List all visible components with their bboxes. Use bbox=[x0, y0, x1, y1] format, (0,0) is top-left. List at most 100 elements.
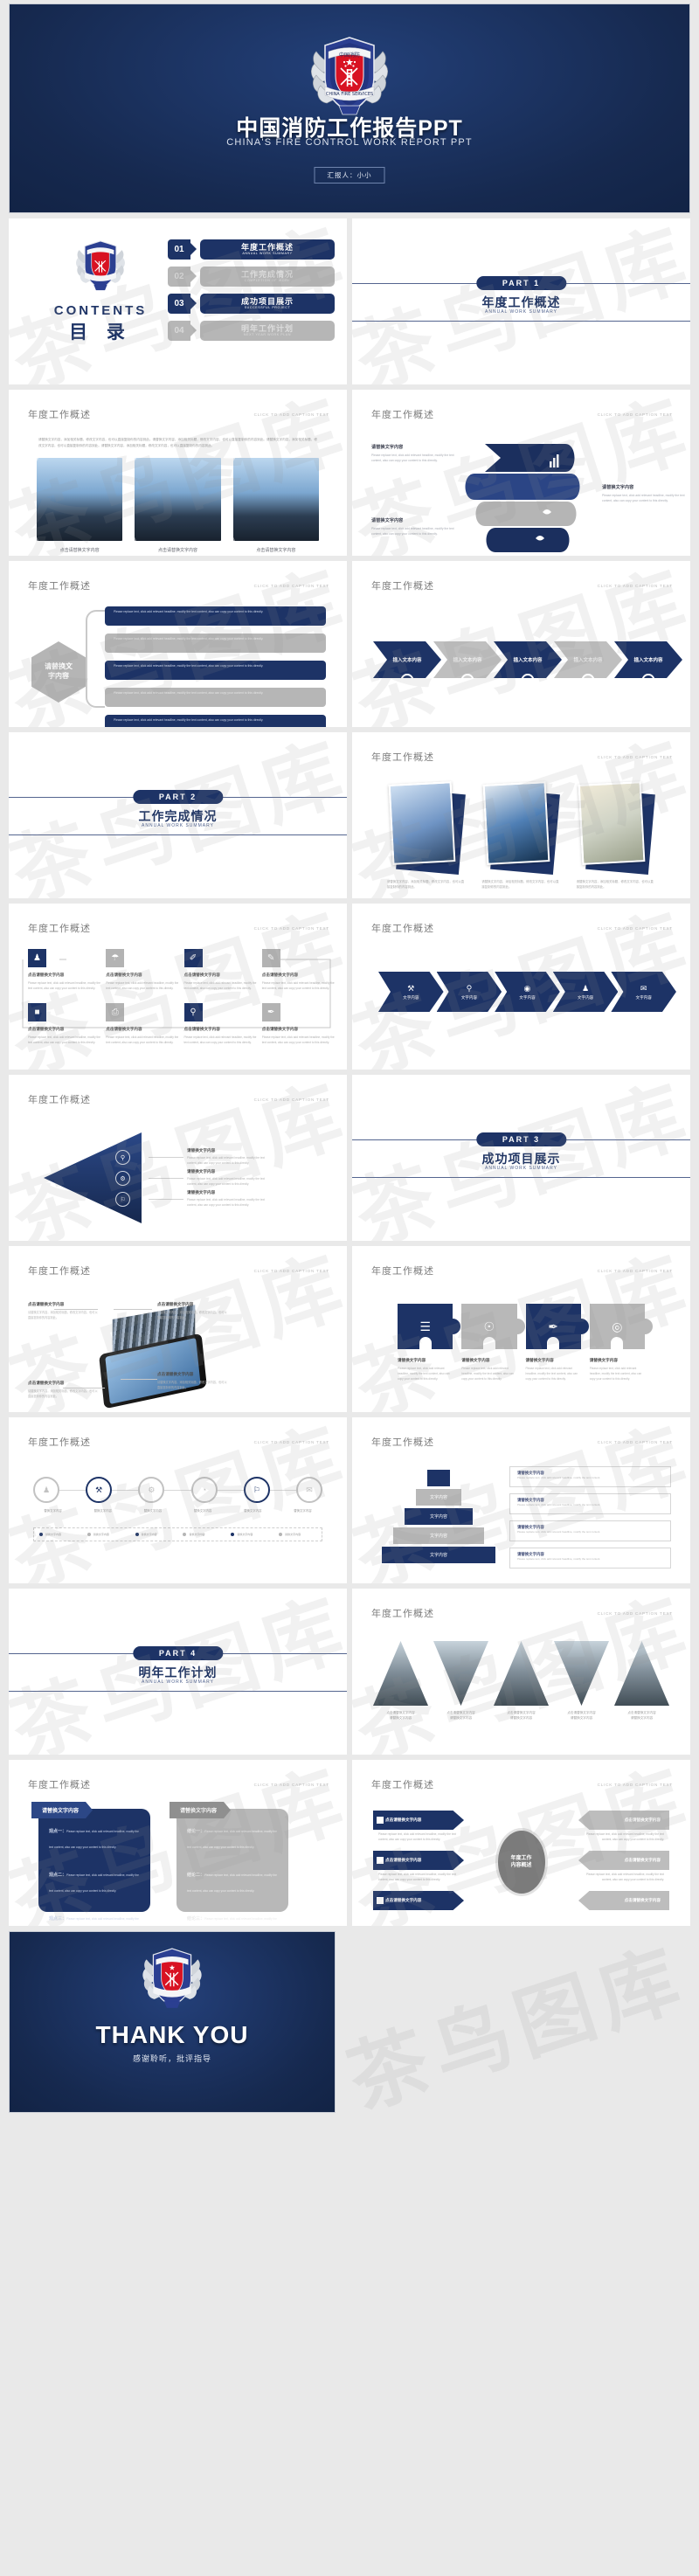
chevron-step[interactable]: 插入文本内容 3 bbox=[494, 641, 562, 678]
pyramid-level[interactable] bbox=[427, 1470, 450, 1486]
chart-icon[interactable]: ◔ bbox=[190, 1477, 218, 1503]
content-bar[interactable]: Please replace text, click add relevant … bbox=[105, 715, 326, 727]
pyramid-detail-item[interactable]: 请替换文字内容 Please replace text, click add r… bbox=[509, 1520, 671, 1541]
slide-pyramid[interactable]: 茶鸟图库 年度工作概述 CLICK TO ADD CAPTION TEXT 文字… bbox=[352, 1417, 690, 1583]
tilt-card[interactable] bbox=[577, 781, 655, 875]
puzzle-item[interactable]: ◎ 请替换文字内容 Please replace text, click add… bbox=[589, 1304, 654, 1381]
tilt-card[interactable] bbox=[481, 781, 561, 875]
flow-node[interactable]: ✎ 点击请替换文字内容 Please replace text, click a… bbox=[261, 949, 335, 991]
radial-item-right[interactable]: 点击请替换文字内容 bbox=[578, 1811, 669, 1830]
flow-node[interactable]: ☂ 点击请替换文字内容 Please replace text, click a… bbox=[106, 949, 178, 991]
slide-caption: CLICK TO ADD CAPTION TEXT bbox=[253, 1440, 329, 1444]
slide-compare-panels[interactable]: 茶鸟图库 年度工作概述 CLICK TO ADD CAPTION TEXT 请替… bbox=[9, 1760, 347, 1926]
slide-chevron-steps[interactable]: 茶鸟图库 年度工作概述 CLICK TO ADD CAPTION TEXT 插入… bbox=[352, 561, 690, 727]
slide-three-photos[interactable]: 茶鸟图库 年度工作概述 CLICK TO ADD CAPTION TEXT 请替… bbox=[9, 390, 347, 556]
content-bar[interactable]: Please replace text, click add relevant … bbox=[105, 661, 326, 680]
pyramid-level[interactable]: 文字内容 bbox=[393, 1527, 484, 1544]
tilt-card-captions: 请替换文字内容，添加相关标题，修改文字内容，也可以直接复制你的内容到此。 请替换… bbox=[387, 879, 655, 890]
radial-item-label: 点击请替换文字内容 bbox=[385, 1818, 422, 1822]
flow-node[interactable]: ⎙ 点击请替换文字内容 Please replace text, click a… bbox=[106, 1003, 178, 1045]
arrow-step[interactable]: ⚒ 文字内容 bbox=[378, 972, 444, 1012]
arrow-step[interactable]: ✉ 文字内容 bbox=[611, 972, 676, 1012]
slide-caption: CLICK TO ADD CAPTION TEXT bbox=[597, 1440, 673, 1444]
toc-item-02[interactable]: 02 工作完成情况 COMPLETION OF WORK bbox=[168, 267, 335, 287]
slide-part-3-divider[interactable]: 茶鸟图库 PART 3 成功项目展示 ANNUAL WORK SUMMARY bbox=[352, 1075, 690, 1241]
puzzle-item[interactable]: ☰ 请替换文字内容 Please replace text, click add… bbox=[398, 1304, 461, 1381]
pyramid-level[interactable]: 文字内容 bbox=[382, 1547, 495, 1563]
pennant-item[interactable]: 点击请替换文字内容 请替换文字内容 bbox=[433, 1641, 488, 1721]
photo-cell[interactable]: 点击请替换文字内容 bbox=[232, 458, 319, 553]
timeline-caption: 替换文字内容 bbox=[143, 1509, 163, 1513]
slide-caption: CLICK TO ADD CAPTION TEXT bbox=[597, 1611, 673, 1616]
emblem-bottom-text: CHINA FIRE SERVICES bbox=[326, 92, 373, 97]
puzzle-item[interactable]: ☉ 请替换文字内容 Please replace text, click add… bbox=[461, 1304, 525, 1381]
pennant-item[interactable]: 点击请替换文字内容 请替换文字内容 bbox=[494, 1641, 549, 1721]
arrow-step[interactable]: ♟ 文字内容 bbox=[553, 972, 619, 1012]
chevron-step[interactable]: 插入文本内容 1 bbox=[373, 641, 441, 678]
pyramid-detail-item[interactable]: 请替换文字内容 Please replace text, click add r… bbox=[509, 1466, 671, 1487]
pyramid-level[interactable]: 文字内容 bbox=[416, 1489, 461, 1506]
photo-cell[interactable]: 点击请替换文字内容 bbox=[37, 458, 123, 553]
toc-item-04[interactable]: 04 明年工作计划 NEXT YEAR WORK PLAN bbox=[168, 321, 335, 341]
timeline-chip-bar: 替换文字内容 替换文字内容 替换文字内容 替换文字内容 替换文字内容 替换文字内… bbox=[33, 1527, 322, 1541]
flow-node[interactable]: ✒ 点击请替换文字内容 Please replace text, click a… bbox=[261, 1003, 335, 1045]
radial-item-left[interactable]: 点击请替换文字内容 bbox=[373, 1851, 464, 1870]
chevron-step[interactable]: 插入文本内容 2 bbox=[433, 641, 502, 678]
tilt-card[interactable] bbox=[387, 781, 466, 875]
slide-radial-diagram[interactable]: 茶鸟图库 年度工作概述 CLICK TO ADD CAPTION TEXT 年度… bbox=[352, 1760, 690, 1926]
toc-item-03[interactable]: 03 成功项目展示 SUCCESSFUL PROJECT bbox=[168, 294, 335, 314]
compare-panel-right[interactable]: 请替换文字内容 结论一：Please replace text, click a… bbox=[176, 1809, 288, 1922]
flow-node[interactable]: ■ 点击请替换文字内容 Please replace text, click a… bbox=[28, 1003, 100, 1045]
pyramid-detail-item[interactable]: 请替换文字内容 Please replace text, click add r… bbox=[509, 1493, 671, 1514]
arrow-step[interactable]: ◉ 文字内容 bbox=[495, 972, 560, 1012]
gear-icon[interactable]: ⚙ bbox=[138, 1477, 165, 1503]
compare-panel-left[interactable]: 请替换文字内容 观点一：Please replace text, click a… bbox=[38, 1809, 150, 1922]
tools-icon[interactable]: ⚒ bbox=[86, 1477, 113, 1503]
pennant-item[interactable]: 点击请替换文字内容 请替换文字内容 bbox=[554, 1641, 609, 1721]
slide-thank-you[interactable]: THANK YOU 感谢聆听，批评指导 bbox=[9, 1931, 336, 2113]
part-rule-bottom bbox=[9, 834, 347, 835]
flow-node[interactable]: ⚲ 点击请替换文字内容 Please replace text, click a… bbox=[183, 1003, 257, 1045]
content-bar[interactable]: Please replace text, click add relevant … bbox=[105, 688, 326, 707]
slide-table-of-contents[interactable]: 茶鸟图库 bbox=[9, 218, 347, 384]
slide-puzzle-pieces[interactable]: 茶鸟图库 年度工作概述 CLICK TO ADD CAPTION TEXT ☰ … bbox=[352, 1246, 690, 1412]
slide-cone-diagram[interactable]: 茶鸟图库 年度工作概述 CLICK TO ADD CAPTION TEXT ⚲ … bbox=[9, 1075, 347, 1241]
slide-ribbon-diagram[interactable]: 茶鸟图库 年度工作概述 CLICK TO ADD CAPTION TEXT 请替… bbox=[352, 390, 690, 556]
flow-node[interactable]: ♟ 点击请替换文字内容 Please replace text, click a… bbox=[28, 949, 100, 991]
cover-slide[interactable]: 中国消防 CHINA FIRE SERVICES 中国消防工作报告PPT CHI… bbox=[9, 3, 690, 213]
arrow-step[interactable]: ⚲ 文字内容 bbox=[437, 972, 502, 1012]
content-bar[interactable]: Please replace text, click add relevant … bbox=[105, 606, 326, 626]
radial-item-left[interactable]: 点击请替换文字内容 bbox=[373, 1891, 464, 1910]
radial-item-left[interactable]: 点击请替换文字内容 bbox=[373, 1811, 464, 1830]
slide-timeline-circles[interactable]: 茶鸟图库 年度工作概述 CLICK TO ADD CAPTION TEXT ♟ … bbox=[9, 1417, 347, 1583]
photo-cell[interactable]: 点击请替换文字内容 bbox=[135, 458, 221, 553]
flow-node[interactable]: ✐ 点击请替换文字内容 Please replace text, click a… bbox=[183, 949, 257, 991]
slide-part-2-divider[interactable]: 茶鸟图库 PART 2 工作完成情况 ANNUAL WORK SUMMARY bbox=[9, 732, 347, 898]
user-icon[interactable]: ♟ bbox=[33, 1477, 59, 1503]
slide-arrow-icons[interactable]: 茶鸟图库 年度工作概述 CLICK TO ADD CAPTION TEXT ⚒ … bbox=[352, 904, 690, 1070]
content-bar[interactable]: Please replace text, click add relevant … bbox=[105, 634, 326, 653]
pennant-item[interactable]: 点击请替换文字内容 请替换文字内容 bbox=[614, 1641, 669, 1721]
flag-icon[interactable]: ⚐ bbox=[243, 1477, 270, 1503]
chevron-step[interactable]: 插入文本内容 5 bbox=[614, 641, 682, 678]
slide-triangle-photos[interactable]: 茶鸟图库 年度工作概述 CLICK TO ADD CAPTION TEXT 点击… bbox=[352, 1589, 690, 1755]
ribbon-block-title: 请替换文字内容 bbox=[602, 485, 634, 490]
chevron-step[interactable]: 插入文本内容 4 bbox=[554, 641, 622, 678]
radial-item-right[interactable]: 点击请替换文字内容 bbox=[578, 1851, 669, 1870]
mail-icon[interactable]: ✉ bbox=[296, 1477, 323, 1503]
pennant-item[interactable]: 点击请替换文字内容 请替换文字内容 bbox=[373, 1641, 428, 1721]
puzzle-item[interactable]: ✒ 请替换文字内容 Please replace text, click add… bbox=[525, 1304, 590, 1381]
ribbon-graphic bbox=[457, 444, 580, 552]
slide-part-4-divider[interactable]: 茶鸟图库 PART 4 明年工作计划 ANNUAL WORK SUMMARY bbox=[9, 1589, 347, 1755]
slide-hexagon-bars[interactable]: 茶鸟图库 年度工作概述 CLICK TO ADD CAPTION TEXT 请替… bbox=[9, 561, 347, 727]
toc-item-01[interactable]: 01 年度工作概述 ANNUAL WORK SUMMARY bbox=[168, 239, 335, 260]
slide-mobile-callouts[interactable]: 茶鸟图库 年度工作概述 CLICK TO ADD CAPTION TEXT 点击… bbox=[9, 1246, 347, 1412]
panel-row-key: 结论一： bbox=[187, 1829, 205, 1834]
flow-node-title: 点击请替换文字内容 bbox=[261, 1027, 299, 1031]
pyramid-detail-item[interactable]: 请替换文字内容 Please replace text, click add r… bbox=[509, 1548, 671, 1568]
radial-item-right[interactable]: 点击请替换文字内容 bbox=[578, 1891, 669, 1910]
pyramid-level[interactable]: 文字内容 bbox=[405, 1508, 473, 1525]
slide-part-1-divider[interactable]: 茶鸟图库 PART 1 年度工作概述 ANNUAL WORK SUMMARY bbox=[352, 218, 690, 384]
slide-tilted-photo-cards[interactable]: 茶鸟图库 年度工作概述 CLICK TO ADD CAPTION TEXT 请 bbox=[352, 732, 690, 898]
slide-process-flow[interactable]: 茶鸟图库 年度工作概述 CLICK TO ADD CAPTION TEXT ♟ … bbox=[9, 904, 347, 1070]
